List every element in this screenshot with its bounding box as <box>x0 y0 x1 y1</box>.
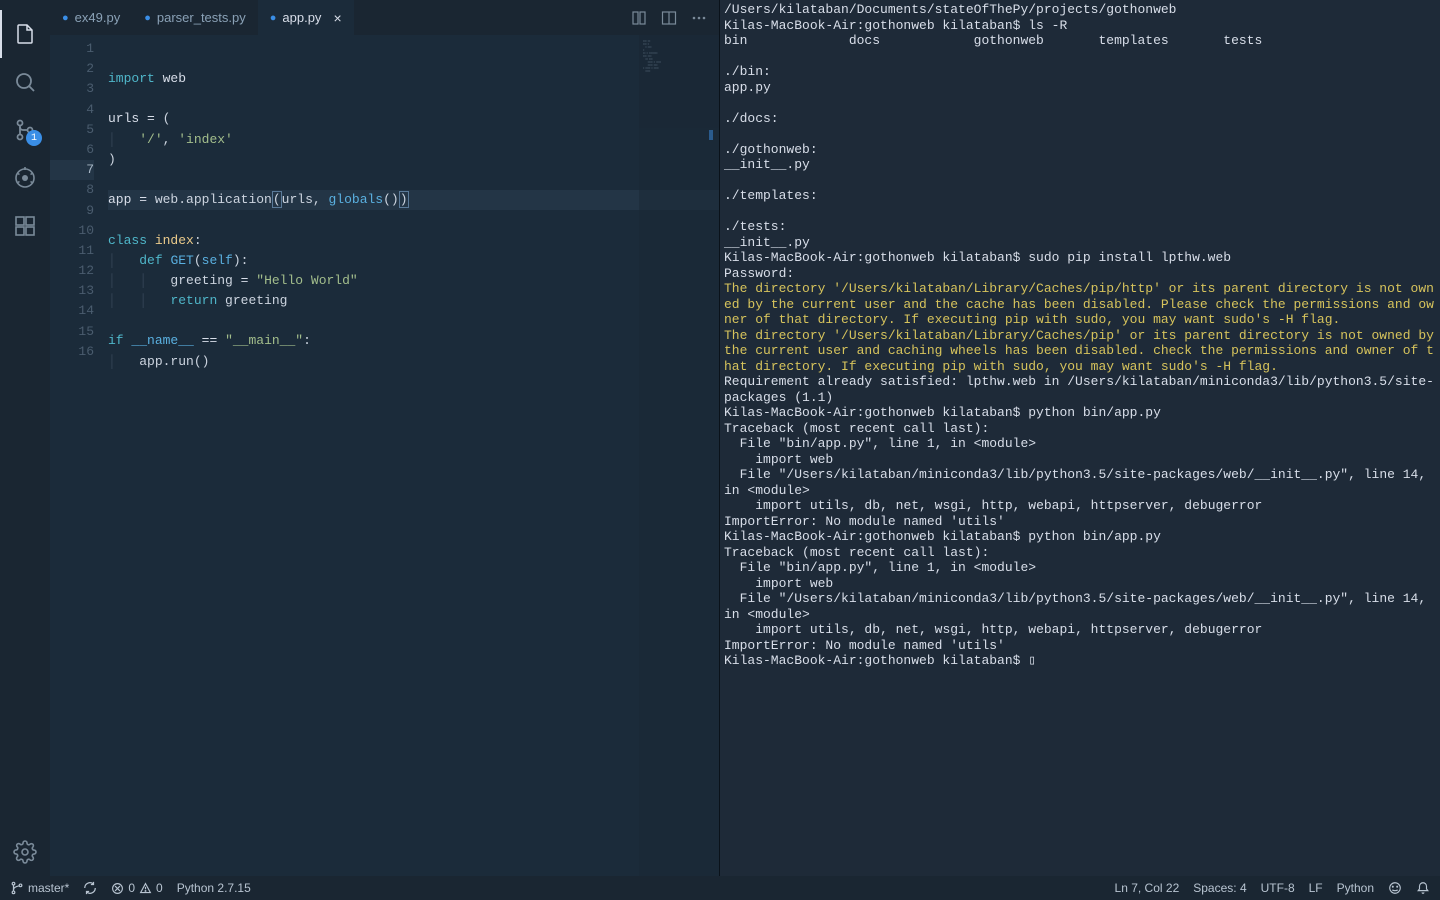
main-area: 1 ● ex49.py ● parser_tests.py ● app.py × <box>0 0 1440 876</box>
python-file-icon: ● <box>270 12 277 24</box>
terminal-line: import utils, db, net, wsgi, http, webap… <box>724 498 1436 514</box>
terminal-line: Password: <box>724 266 1436 282</box>
eol[interactable]: LF <box>1309 881 1323 895</box>
search-icon[interactable] <box>0 58 50 106</box>
code-line[interactable] <box>108 311 719 331</box>
tab-label: ex49.py <box>75 10 121 25</box>
source-control-badge: 1 <box>26 130 42 146</box>
code-line[interactable]: import web <box>108 69 719 89</box>
code-line[interactable]: │ │ greeting = "Hello World" <box>108 271 719 291</box>
close-icon[interactable]: × <box>333 10 341 26</box>
sync-icon[interactable] <box>83 881 97 895</box>
tab-label: app.py <box>282 10 321 25</box>
code-line[interactable]: │ │ return greeting <box>108 291 719 311</box>
python-file-icon: ● <box>144 12 151 24</box>
editor-body[interactable]: 12345678910111213141516 import web urls =… <box>50 35 719 876</box>
terminal-line: /Users/kilataban/Documents/stateOfThePy/… <box>724 2 1436 18</box>
problems[interactable]: 0 0 <box>111 881 162 895</box>
terminal-line: __init__.py <box>724 235 1436 251</box>
editor-pane: ● ex49.py ● parser_tests.py ● app.py × 1234567… <box>50 0 720 876</box>
compare-icon[interactable] <box>631 10 647 26</box>
code-line[interactable]: class index: <box>108 231 719 251</box>
code-line[interactable] <box>108 170 719 190</box>
error-count: 0 <box>128 881 135 895</box>
terminal-line: ./templates: <box>724 188 1436 204</box>
terminal-line: File "/Users/kilataban/miniconda3/lib/py… <box>724 467 1436 498</box>
warning-count: 0 <box>156 881 163 895</box>
terminal-line: Requirement already satisfied: lpthw.web… <box>724 374 1436 405</box>
terminal-line: File "/Users/kilataban/miniconda3/lib/py… <box>724 591 1436 622</box>
encoding[interactable]: UTF-8 <box>1261 881 1295 895</box>
tab-app-py[interactable]: ● app.py × <box>258 0 354 35</box>
language-mode[interactable]: Python <box>1337 881 1374 895</box>
tab-label: parser_tests.py <box>157 10 246 25</box>
terminal-line: Kilas-MacBook-Air:gothonweb kilataban$ s… <box>724 250 1436 266</box>
debug-icon[interactable] <box>0 154 50 202</box>
terminal-line: ImportError: No module named 'utils' <box>724 514 1436 530</box>
code-line[interactable]: │ def GET(self): <box>108 251 719 271</box>
terminal-line: ./tests: <box>724 219 1436 235</box>
code-line[interactable]: │ '/', 'index' <box>108 130 719 150</box>
terminal-line: bin docs gothonweb templates tests <box>724 33 1436 49</box>
activity-bar: 1 <box>0 0 50 876</box>
tab-bar: ● ex49.py ● parser_tests.py ● app.py × <box>50 0 719 35</box>
code-line[interactable]: ) <box>108 150 719 170</box>
explorer-icon[interactable] <box>0 10 50 58</box>
terminal-line: import web <box>724 452 1436 468</box>
source-control-icon[interactable]: 1 <box>0 106 50 154</box>
terminal-line <box>724 126 1436 142</box>
terminal-line: ./docs: <box>724 111 1436 127</box>
terminal-line: app.py <box>724 80 1436 96</box>
code-line[interactable]: urls = ( <box>108 109 719 129</box>
terminal-line <box>724 173 1436 189</box>
python-interpreter[interactable]: Python 2.7.15 <box>177 881 251 895</box>
branch-name: master* <box>28 881 69 895</box>
cursor-position[interactable]: Ln 7, Col 22 <box>1115 881 1180 895</box>
terminal-line: Kilas-MacBook-Air:gothonweb kilataban$ l… <box>724 18 1436 34</box>
terminal-line: import web <box>724 576 1436 592</box>
tab-parser_tests-py[interactable]: ● parser_tests.py <box>132 0 258 35</box>
tab-actions <box>631 10 719 26</box>
terminal-line <box>724 204 1436 220</box>
extensions-icon[interactable] <box>0 202 50 250</box>
status-bar: master* 0 0 Python 2.7.15 Ln 7, Col 22 S… <box>0 876 1440 900</box>
more-actions-icon[interactable] <box>691 10 707 26</box>
terminal-line: Kilas-MacBook-Air:gothonweb kilataban$ ▯ <box>724 653 1436 669</box>
terminal-pane[interactable]: /Users/kilataban/Documents/stateOfThePy/… <box>720 0 1440 876</box>
terminal-line: Traceback (most recent call last): <box>724 545 1436 561</box>
terminal-line: File "bin/app.py", line 1, in <module> <box>724 436 1436 452</box>
terminal-line: Traceback (most recent call last): <box>724 421 1436 437</box>
terminal-line: ./gothonweb: <box>724 142 1436 158</box>
terminal-line: Kilas-MacBook-Air:gothonweb kilataban$ p… <box>724 405 1436 421</box>
code-line[interactable] <box>108 210 719 230</box>
split-editor-icon[interactable] <box>661 10 677 26</box>
terminal-line: The directory '/Users/kilataban/Library/… <box>724 328 1436 375</box>
code-line[interactable] <box>108 89 719 109</box>
code-line[interactable]: │ app.run() <box>108 352 719 372</box>
settings-icon[interactable] <box>0 828 50 876</box>
feedback-icon[interactable] <box>1388 881 1402 895</box>
notifications-icon[interactable] <box>1416 881 1430 895</box>
terminal-line: import utils, db, net, wsgi, http, webap… <box>724 622 1436 638</box>
indentation[interactable]: Spaces: 4 <box>1193 881 1246 895</box>
python-file-icon: ● <box>62 12 69 24</box>
line-gutter: 12345678910111213141516 <box>50 35 108 876</box>
code-line[interactable]: if __name__ == "__main__": <box>108 331 719 351</box>
code-line[interactable]: app = web.application(urls, globals()) <box>108 190 719 210</box>
code-area[interactable]: import web urls = (│ '/', 'index') app = w… <box>108 35 719 876</box>
terminal-line <box>724 95 1436 111</box>
terminal-line: __init__.py <box>724 157 1436 173</box>
terminal-line: File "bin/app.py", line 1, in <module> <box>724 560 1436 576</box>
minimap[interactable]: ▄▄▄ ▄▄ ▄▄▄ ▄ ▄ ▄▄▄ ▄ ▄▄ ▄ ▄▄▄▄▄▄▄ ▄▄▄ ▄▄… <box>639 35 719 876</box>
terminal-line: ./bin: <box>724 64 1436 80</box>
terminal-line: The directory '/Users/kilataban/Library/… <box>724 281 1436 328</box>
terminal-line: Kilas-MacBook-Air:gothonweb kilataban$ p… <box>724 529 1436 545</box>
terminal-line <box>724 49 1436 65</box>
git-branch[interactable]: master* <box>10 881 69 895</box>
code-line[interactable] <box>108 372 719 392</box>
tab-ex49-py[interactable]: ● ex49.py <box>50 0 132 35</box>
terminal-line: ImportError: No module named 'utils' <box>724 638 1436 654</box>
